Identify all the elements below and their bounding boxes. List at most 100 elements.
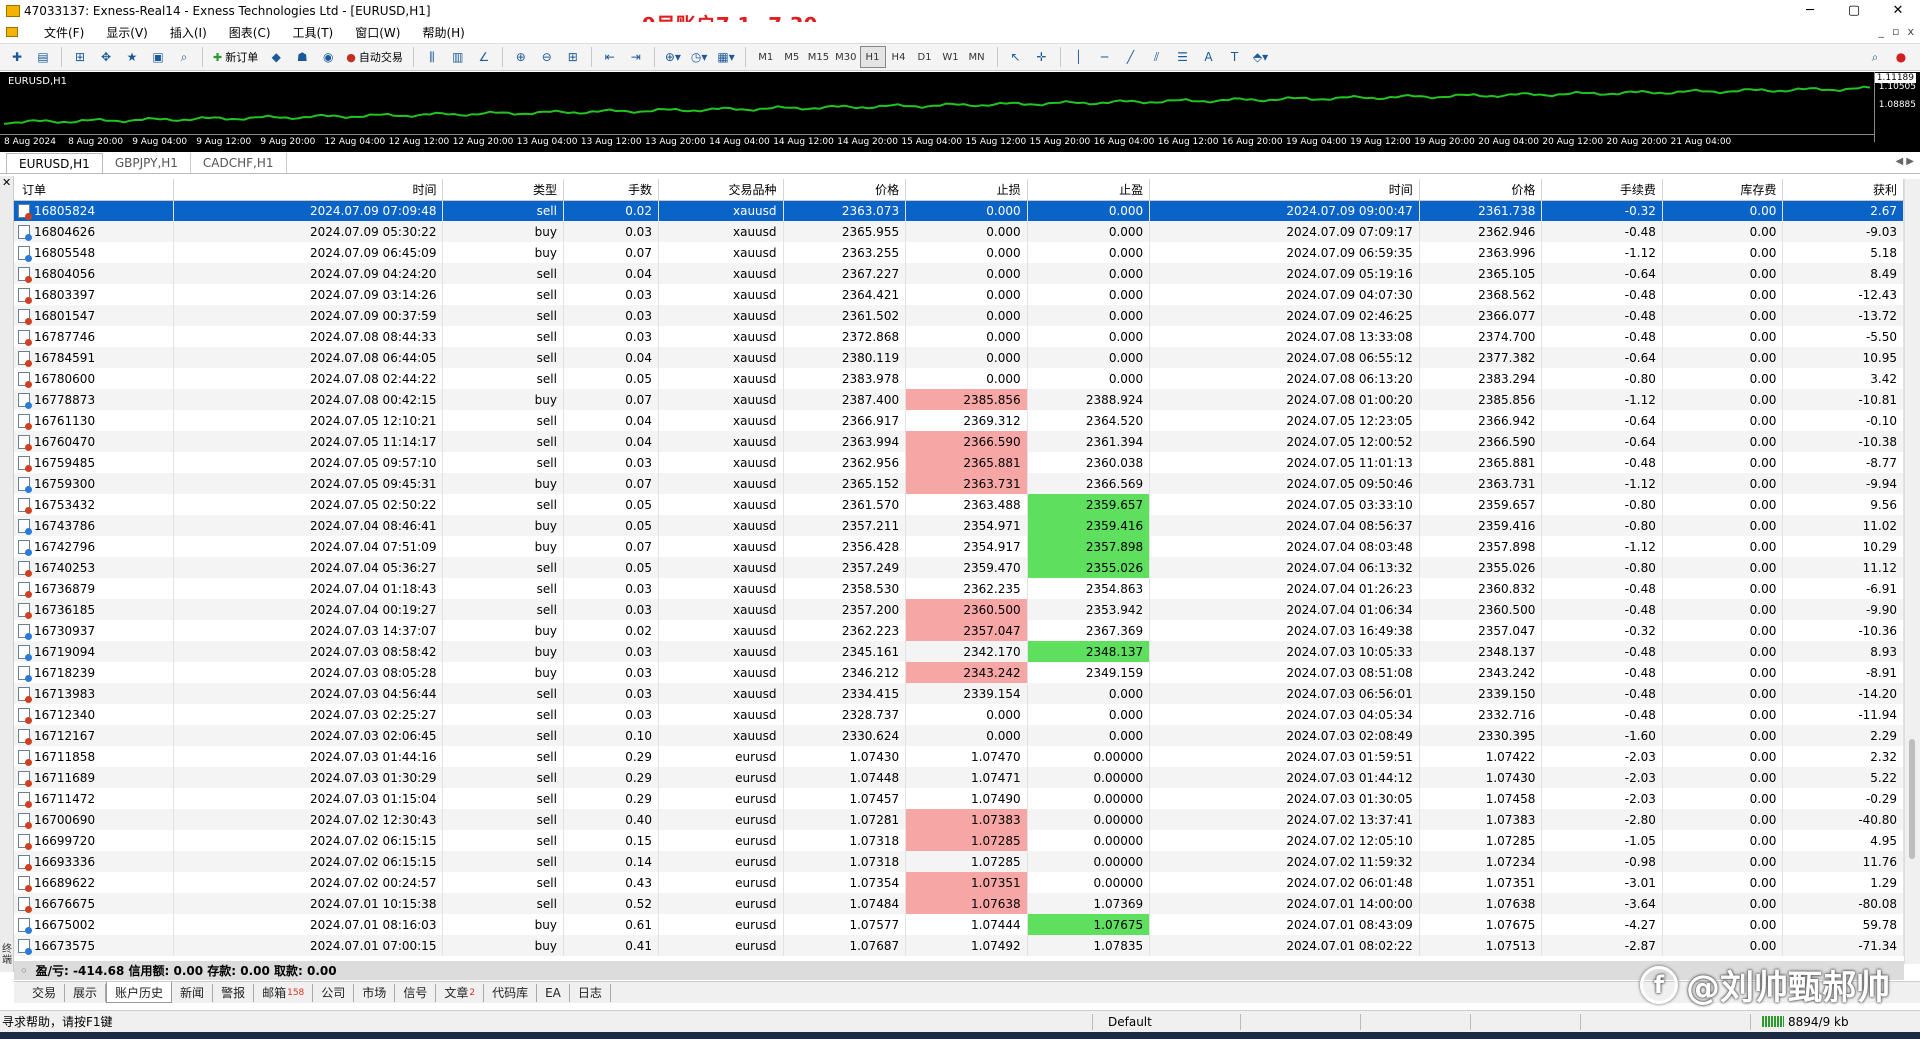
chart-window[interactable]: EURUSD,H1 1.11189 1.10505 1.08885 8 Aug 20… (0, 72, 1920, 152)
tile-windows-icon[interactable]: ⊞ (562, 46, 584, 68)
table-row[interactable]: 16675002 2024.07.01 08:16:03 buy 0.61 eurusd… (14, 914, 1904, 935)
zoom-out-icon[interactable]: ⊖ (536, 46, 558, 68)
order-cell[interactable]: 16676675 (14, 893, 174, 914)
order-cell[interactable]: 16689622 (14, 872, 174, 893)
table-row[interactable]: 16711472 2024.07.03 01:15:04 sell 0.29 eurus… (14, 788, 1904, 809)
search-icon[interactable]: ⌕ (1864, 46, 1886, 68)
column-header[interactable]: 订单 (14, 179, 174, 201)
table-row[interactable]: 16676675 2024.07.01 10:15:38 sell 0.52 eurus… (14, 893, 1904, 914)
periods-icon[interactable]: ◷▾ (688, 46, 711, 68)
tab-terminal[interactable]: 日志 (570, 983, 611, 1002)
table-row[interactable]: 16780600 2024.07.08 02:44:22 sell 0.05 xauus… (14, 368, 1904, 389)
order-cell[interactable]: 16718239 (14, 662, 174, 683)
order-cell[interactable]: 16743786 (14, 515, 174, 536)
zoom-in-icon[interactable]: ⊕ (510, 46, 532, 68)
table-row[interactable]: 16718239 2024.07.03 08:05:28 buy 0.03 xauusd… (14, 662, 1904, 683)
tab-terminal[interactable]: 信号 (395, 983, 437, 1002)
table-row[interactable]: 16753432 2024.07.05 02:50:22 sell 0.05 xauus… (14, 494, 1904, 515)
order-cell[interactable]: 16730937 (14, 620, 174, 641)
order-cell[interactable]: 16778873 (14, 389, 174, 410)
text-label-icon[interactable]: T (1224, 46, 1246, 68)
profiles-icon[interactable]: ▤ (32, 46, 54, 68)
close-terminal-icon[interactable]: ✕ (2, 176, 11, 189)
horizontal-line-icon[interactable]: ─ (1094, 46, 1116, 68)
timeframe-w1-button[interactable]: W1 (938, 46, 964, 68)
indicators-icon[interactable]: ⊕▾ (662, 46, 684, 68)
tab-scroll-arrows-icon[interactable]: ◀ ▶ (1895, 156, 1914, 167)
column-header[interactable]: 手续费 (1541, 179, 1663, 201)
timeframe-m1-button[interactable]: M1 (753, 46, 779, 68)
table-row[interactable]: 16805824 2024.07.09 07:09:48 sell 0.02 xauus… (14, 200, 1904, 221)
mdi-close-icon[interactable]: x (1907, 22, 1914, 42)
order-cell[interactable]: 16693336 (14, 851, 174, 872)
order-cell[interactable]: 16740253 (14, 557, 174, 578)
table-row[interactable]: 16759300 2024.07.05 09:45:31 buy 0.07 xauusd… (14, 473, 1904, 494)
table-row[interactable]: 16699720 2024.07.02 06:15:15 sell 0.15 eurus… (14, 830, 1904, 851)
metaeditor-icon[interactable]: ◆ (265, 46, 287, 68)
line-chart-icon[interactable]: ∠ (473, 46, 495, 68)
order-cell[interactable]: 16700690 (14, 809, 174, 830)
close-button[interactable]: ✕ (1876, 0, 1920, 22)
order-cell[interactable]: 16711472 (14, 788, 174, 809)
chart-tab[interactable]: GBPJPY,H1 (103, 153, 191, 173)
templates-icon[interactable]: ▦▾ (714, 46, 737, 68)
table-row[interactable]: 16761130 2024.07.05 12:10:21 sell 0.04 xauus… (14, 410, 1904, 431)
table-row[interactable]: 16689622 2024.07.02 00:24:57 sell 0.43 eurus… (14, 872, 1904, 893)
chart-tab[interactable]: CADCHF,H1 (191, 153, 287, 173)
order-cell[interactable]: 16761130 (14, 410, 174, 431)
column-header[interactable]: 时间 (173, 179, 444, 201)
chart-shift-icon[interactable]: ⇥ (625, 46, 647, 68)
tab-terminal[interactable]: 代码库 (484, 983, 538, 1002)
table-row[interactable]: 16759485 2024.07.05 09:57:10 sell 0.03 xauus… (14, 452, 1904, 473)
order-cell[interactable]: 16759485 (14, 452, 174, 473)
order-cell[interactable]: 16712340 (14, 704, 174, 725)
table-scrollbar[interactable] (1904, 179, 1920, 964)
trendline-icon[interactable]: ╱ (1120, 46, 1142, 68)
table-row[interactable]: 16711858 2024.07.03 01:44:16 sell 0.29 eurus… (14, 746, 1904, 767)
vps-icon[interactable]: ☗ (291, 46, 313, 68)
tab-terminal[interactable]: 警报 (213, 983, 255, 1002)
table-row[interactable]: 16700690 2024.07.02 12:30:43 sell 0.40 eurus… (14, 809, 1904, 830)
menu-item[interactable]: 插入(I) (170, 24, 207, 41)
market-watch-icon[interactable]: ⊞ (69, 46, 91, 68)
table-row[interactable]: 16736879 2024.07.04 01:18:43 sell 0.03 xauus… (14, 578, 1904, 599)
table-row[interactable]: 16804626 2024.07.09 05:30:22 buy 0.03 xauusd… (14, 221, 1904, 242)
bar-chart-icon[interactable]: ⫼ (421, 46, 443, 68)
column-header[interactable]: 获利 (1782, 179, 1904, 201)
auto-trading-button[interactable]: ● 自动交易 (343, 46, 406, 68)
menu-item[interactable]: 显示(V) (106, 24, 148, 41)
column-header[interactable]: 手数 (563, 179, 659, 201)
timeframe-h4-button[interactable]: H4 (886, 46, 912, 68)
timeframe-d1-button[interactable]: D1 (912, 46, 938, 68)
order-cell[interactable]: 16805548 (14, 242, 174, 263)
tab-terminal[interactable]: 账户历史 (106, 982, 173, 1003)
table-row[interactable]: 16736185 2024.07.04 00:19:27 sell 0.03 xauus… (14, 599, 1904, 620)
order-cell[interactable]: 16673575 (14, 935, 174, 956)
order-cell[interactable]: 16719094 (14, 641, 174, 662)
crosshair-icon[interactable]: ✛ (1031, 46, 1053, 68)
order-cell[interactable]: 16780600 (14, 368, 174, 389)
table-row[interactable]: 16760470 2024.07.05 11:14:17 sell 0.04 xauus… (14, 431, 1904, 452)
table-row[interactable]: 16693336 2024.07.02 06:15:15 sell 0.14 eurus… (14, 851, 1904, 872)
navigator-icon[interactable]: ★ (121, 46, 143, 68)
signals-icon[interactable]: ◉ (317, 46, 339, 68)
menu-item[interactable]: 文件(F) (44, 24, 84, 41)
order-cell[interactable]: 16753432 (14, 494, 174, 515)
maximize-button[interactable]: ▢ (1832, 0, 1876, 22)
cursor-icon[interactable]: ↖ (1005, 46, 1027, 68)
tab-terminal[interactable]: 交易 (24, 983, 66, 1002)
order-cell[interactable]: 16805824 (14, 200, 174, 221)
fibonacci-icon[interactable]: ☰ (1172, 46, 1194, 68)
timeframe-m15-button[interactable]: M15 (805, 46, 832, 68)
timeframe-m30-button[interactable]: M30 (832, 46, 859, 68)
new-order-button[interactable]: ✚ 新订单 (210, 46, 261, 68)
mdi-restore-icon[interactable]: ▫ (1892, 22, 1899, 42)
terminal-icon[interactable]: ▣ (147, 46, 169, 68)
menu-item[interactable]: 帮助(H) (422, 24, 464, 41)
order-cell[interactable]: 16760470 (14, 431, 174, 452)
notifications-icon[interactable]: ● (1890, 46, 1912, 68)
column-header[interactable]: 时间 (1149, 179, 1420, 201)
table-row[interactable]: 16778873 2024.07.08 00:42:15 buy 0.07 xauusd… (14, 389, 1904, 410)
order-cell[interactable]: 16736185 (14, 599, 174, 620)
column-header[interactable]: 价格 (1419, 179, 1543, 201)
